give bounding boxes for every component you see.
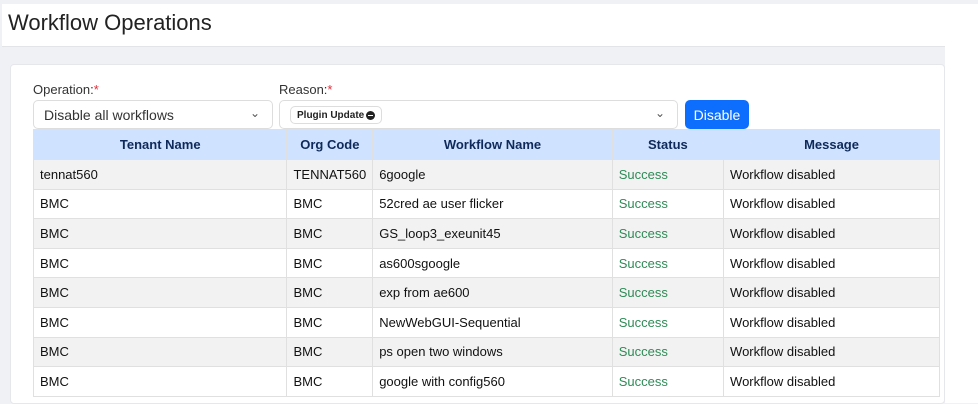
scrollbar-area — [945, 4, 978, 403]
operation-value: Disable all workflows — [44, 107, 174, 123]
workflow-name-cell: GS_loop3_exeunit45 — [372, 218, 613, 249]
table-row: BMC BMC ps open two windows Success Workflow… — [32, 336, 940, 368]
status-cell: Success — [611, 188, 725, 220]
workflow-name-cell: 6google — [372, 159, 613, 190]
org-code-cell: BMC — [286, 247, 374, 279]
tenant-name-cell: BMC — [32, 277, 288, 308]
org-code-cell: BMC — [286, 277, 374, 308]
tenant-name-cell: tennat560 — [32, 159, 288, 190]
tenant-name-cell: BMC — [32, 218, 288, 249]
table-row: tennat560 TENNAT560 6google Success Workflow… — [32, 159, 940, 190]
reason-select[interactable]: Plugin Update ⌄ — [279, 100, 678, 129]
chevron-down-icon: ⌄ — [249, 106, 260, 120]
reason-label: Reason:* — [279, 82, 333, 97]
org-code-cell: BMC — [286, 188, 374, 220]
reason-chip: Plugin Update — [290, 106, 383, 124]
page-header: Workflow Operations — [2, 4, 945, 47]
table-row: BMC BMC exp from ae600 Success Workflow disa… — [32, 277, 940, 308]
column-header: Workflow Name — [372, 129, 613, 160]
org-code-cell: BMC — [286, 306, 374, 338]
message-cell: Workflow disabled — [723, 247, 940, 279]
workflow-name-cell: NewWebGUI-Sequential — [372, 306, 613, 338]
message-cell: Workflow disabled — [723, 188, 940, 220]
org-code-cell: BMC — [286, 218, 374, 249]
column-header: Message — [723, 129, 940, 160]
page-title: Workflow Operations — [8, 10, 212, 35]
tenant-name-cell: BMC — [32, 247, 288, 279]
table-row: BMC BMC GS_loop3_exeunit45 Success Workflow … — [32, 218, 940, 249]
column-header: Status — [611, 129, 725, 160]
status-cell: Success — [611, 277, 725, 308]
status-cell: Success — [611, 247, 725, 279]
workflow-name-cell: 52cred ae user flicker — [372, 188, 613, 220]
table-row: BMC BMC NewWebGUI-Sequential Success Workflo… — [32, 306, 940, 338]
status-cell: Success — [611, 306, 725, 338]
tenant-name-cell: BMC — [32, 188, 288, 220]
operation-label: Operation:* — [33, 82, 99, 97]
disable-button[interactable]: Disable — [685, 100, 749, 129]
org-code-cell: TENNAT560 — [286, 159, 374, 190]
column-header: Tenant Name — [32, 129, 288, 160]
remove-chip-icon[interactable] — [366, 110, 376, 120]
chevron-down-icon: ⌄ — [654, 106, 665, 120]
status-cell: Success — [611, 159, 725, 190]
org-code-cell: BMC — [286, 366, 374, 397]
results-table: Tenant Name Org Code Workflow Name Status Me… — [32, 129, 940, 397]
workflow-name-cell: google with config560 — [372, 366, 613, 397]
table-row: BMC BMC as600sgoogle Success Workflow disabl… — [32, 247, 940, 279]
tenant-name-cell: BMC — [32, 306, 288, 338]
message-cell: Workflow disabled — [723, 277, 940, 308]
message-cell: Workflow disabled — [723, 159, 940, 190]
workflow-name-cell: exp from ae600 — [372, 277, 613, 308]
column-header: Org Code — [286, 129, 374, 160]
status-cell: Success — [611, 336, 725, 368]
table-row: BMC BMC google with config560 Success Workfl… — [32, 366, 940, 397]
status-cell: Success — [611, 218, 725, 249]
status-cell: Success — [611, 366, 725, 397]
message-cell: Workflow disabled — [723, 218, 940, 249]
workflow-name-cell: ps open two windows — [372, 336, 613, 368]
table-row: BMC BMC 52cred ae user flicker Success Workf… — [32, 188, 940, 220]
operation-select[interactable]: Disable all workflows ⌄ — [33, 100, 273, 129]
tenant-name-cell: BMC — [32, 336, 288, 368]
tenant-name-cell: BMC — [32, 366, 288, 397]
org-code-cell: BMC — [286, 336, 374, 368]
message-cell: Workflow disabled — [723, 336, 940, 368]
workflow-name-cell: as600sgoogle — [372, 247, 613, 279]
message-cell: Workflow disabled — [723, 366, 940, 397]
message-cell: Workflow disabled — [723, 306, 940, 338]
